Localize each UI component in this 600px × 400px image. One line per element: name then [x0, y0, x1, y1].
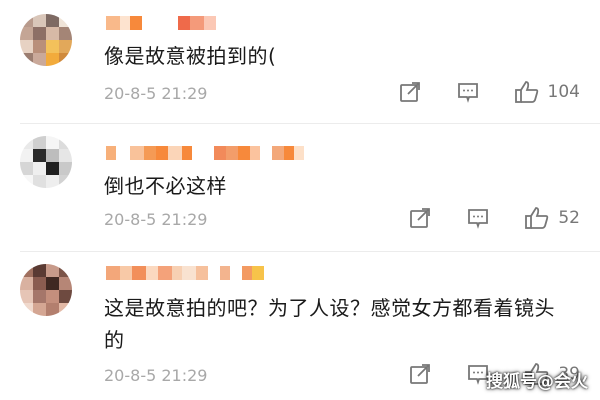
- comment-icon: [468, 209, 489, 229]
- share-icon: [399, 82, 420, 102]
- comment-icon: [457, 83, 478, 103]
- like-button[interactable]: 52: [524, 206, 580, 230]
- comment-text: 像是故意被拍到的(: [104, 44, 277, 68]
- comment-timestamp: 20-8-5 21:29: [104, 210, 208, 229]
- comment-text: 倒也不必这样: [104, 174, 227, 198]
- comment-item: 像是故意被拍到的( 20-8-5 21:29 104: [0, 0, 600, 120]
- reply-button[interactable]: [456, 80, 480, 104]
- avatar[interactable]: [20, 136, 72, 188]
- username-pixelated[interactable]: [106, 146, 304, 164]
- avatar[interactable]: [20, 14, 72, 66]
- comment-timestamp: 20-8-5 21:29: [104, 84, 208, 103]
- username-pixelated[interactable]: [106, 266, 264, 284]
- comment-text: 这是故意拍的吧？为了人设？感觉女方都看着镜头的: [104, 296, 555, 352]
- share-icon: [410, 364, 431, 384]
- username-pixelated[interactable]: [106, 16, 216, 34]
- reply-button[interactable]: [466, 206, 490, 230]
- like-count: 52: [558, 208, 580, 228]
- thumbs-up-icon: [514, 81, 538, 103]
- like-count: 104: [547, 82, 580, 102]
- share-icon: [410, 208, 431, 228]
- like-button[interactable]: 104: [514, 80, 580, 104]
- comment-item: 倒也不必这样 20-8-5 21:29 52: [0, 124, 600, 252]
- share-button[interactable]: [408, 206, 432, 230]
- comment-timestamp: 20-8-5 21:29: [104, 366, 208, 385]
- avatar[interactable]: [20, 264, 72, 316]
- share-button[interactable]: [408, 362, 432, 386]
- comment-actions: 104: [364, 80, 580, 104]
- comment-actions: 52: [374, 206, 580, 230]
- watermark: 搜狐号@会火: [486, 372, 588, 392]
- thumbs-up-icon: [525, 207, 549, 229]
- share-button[interactable]: [398, 80, 422, 104]
